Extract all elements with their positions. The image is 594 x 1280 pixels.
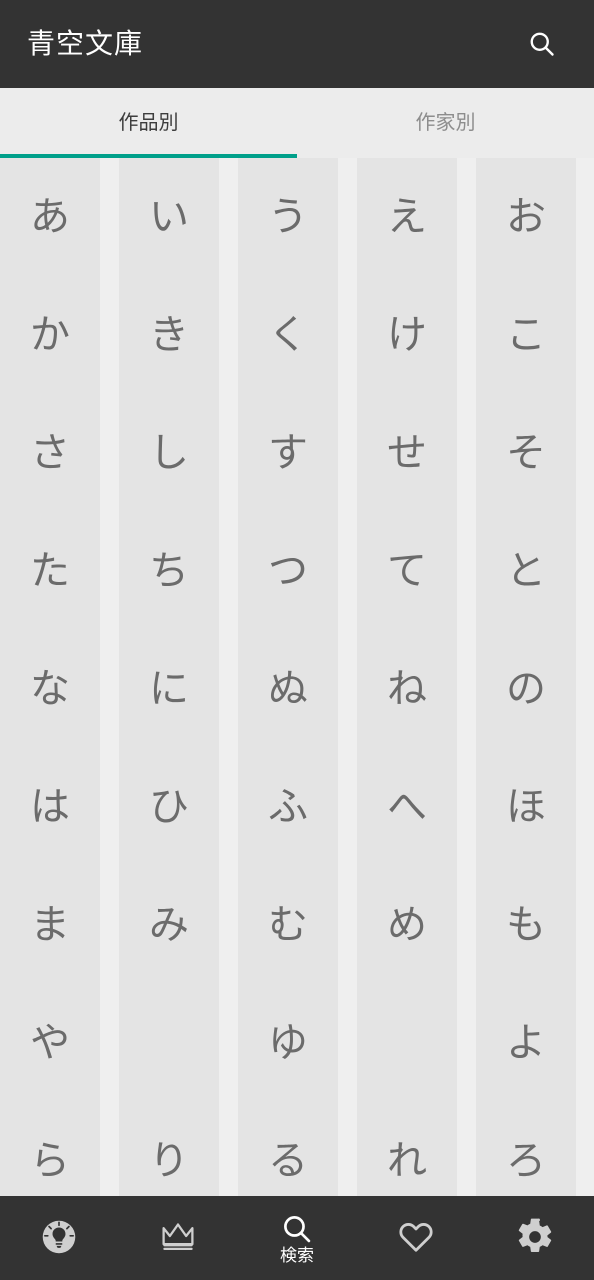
column-gap: [219, 158, 238, 1198]
kana-cell[interactable]: う: [238, 158, 338, 276]
kana-cell[interactable]: き: [119, 276, 219, 394]
app-root: 青空文庫 作品別 作家別 あ か さ た な は ま や ら い き し ち に…: [0, 0, 594, 1280]
search-button[interactable]: [516, 18, 568, 70]
kana-cell[interactable]: ま: [0, 866, 100, 984]
kana-cell[interactable]: や: [0, 984, 100, 1102]
kana-cell[interactable]: ち: [119, 512, 219, 630]
kana-cell[interactable]: こ: [476, 276, 576, 394]
kana-cell[interactable]: の: [476, 630, 576, 748]
heart-icon-wrap: [395, 1216, 437, 1258]
page-title: 青空文庫: [27, 27, 144, 60]
kana-cell[interactable]: す: [238, 394, 338, 512]
kana-grid: あ か さ た な は ま や ら い き し ち に ひ み り う く す: [0, 158, 594, 1198]
tab-bar: 作品別 作家別: [0, 88, 594, 158]
kana-cell-empty: [357, 984, 457, 1102]
bottom-navigation: 検索: [0, 1196, 594, 1280]
app-bar: 青空文庫: [0, 0, 594, 88]
kana-cell-empty: [119, 984, 219, 1102]
kana-cell[interactable]: よ: [476, 984, 576, 1102]
kana-cell[interactable]: え: [357, 158, 457, 276]
kana-cell[interactable]: ふ: [238, 748, 338, 866]
kana-cell[interactable]: は: [0, 748, 100, 866]
kana-cell[interactable]: ひ: [119, 748, 219, 866]
kana-cell[interactable]: せ: [357, 394, 457, 512]
kana-cell[interactable]: む: [238, 866, 338, 984]
search-icon-wrap: [280, 1212, 314, 1246]
crown-icon: [162, 1223, 194, 1250]
lightbulb-icon-wrap: [38, 1216, 80, 1258]
tab-by-author-label: 作家別: [415, 109, 476, 134]
kana-cell[interactable]: つ: [238, 512, 338, 630]
kana-cell[interactable]: そ: [476, 394, 576, 512]
nav-item-settings[interactable]: [475, 1196, 594, 1280]
kana-cell[interactable]: ね: [357, 630, 457, 748]
crown-icon-wrap: [156, 1216, 200, 1258]
kana-cell[interactable]: し: [119, 394, 219, 512]
kana-cell[interactable]: な: [0, 630, 100, 748]
gear-icon: [518, 1218, 551, 1252]
kana-cell[interactable]: と: [476, 512, 576, 630]
kana-cell[interactable]: ほ: [476, 748, 576, 866]
kana-cell[interactable]: あ: [0, 158, 100, 276]
kana-column-i[interactable]: い き し ち に ひ み り: [119, 158, 219, 1198]
kana-cell[interactable]: た: [0, 512, 100, 630]
column-gap: [338, 158, 357, 1198]
search-icon: [284, 1215, 311, 1242]
kana-column-o[interactable]: お こ そ と の ほ も よ ろ: [476, 158, 576, 1198]
kana-cell[interactable]: み: [119, 866, 219, 984]
kana-cell[interactable]: け: [357, 276, 457, 394]
tab-by-work[interactable]: 作品別: [0, 88, 297, 158]
kana-cell[interactable]: て: [357, 512, 457, 630]
nav-item-ranking[interactable]: [119, 1196, 238, 1280]
kana-cell[interactable]: く: [238, 276, 338, 394]
kana-cell[interactable]: さ: [0, 394, 100, 512]
search-icon: [530, 32, 554, 56]
nav-item-search-label: 検索: [279, 1245, 314, 1266]
column-gap: [100, 158, 119, 1198]
kana-cell[interactable]: に: [119, 630, 219, 748]
kana-cell[interactable]: め: [357, 866, 457, 984]
kana-cell[interactable]: も: [476, 866, 576, 984]
kana-cell[interactable]: ぬ: [238, 630, 338, 748]
kana-cell[interactable]: へ: [357, 748, 457, 866]
nav-item-favorites[interactable]: [356, 1196, 475, 1280]
kana-cell[interactable]: お: [476, 158, 576, 276]
nav-item-discover[interactable]: [0, 1196, 119, 1280]
kana-cell[interactable]: ゆ: [238, 984, 338, 1102]
lightbulb-icon: [43, 1220, 76, 1254]
kana-cell[interactable]: い: [119, 158, 219, 276]
kana-column-u[interactable]: う く す つ ぬ ふ む ゆ る: [238, 158, 338, 1198]
kana-column-e[interactable]: え け せ て ね へ め れ: [357, 158, 457, 1198]
heart-icon: [399, 1223, 433, 1252]
nav-item-search[interactable]: 検索: [238, 1196, 357, 1280]
tab-by-author[interactable]: 作家別: [297, 88, 594, 158]
tab-by-work-label: 作品別: [118, 109, 179, 134]
gear-icon-wrap: [515, 1216, 555, 1258]
column-gap: [457, 158, 476, 1198]
kana-cell[interactable]: か: [0, 276, 100, 394]
kana-column-a[interactable]: あ か さ た な は ま や ら: [0, 158, 100, 1198]
